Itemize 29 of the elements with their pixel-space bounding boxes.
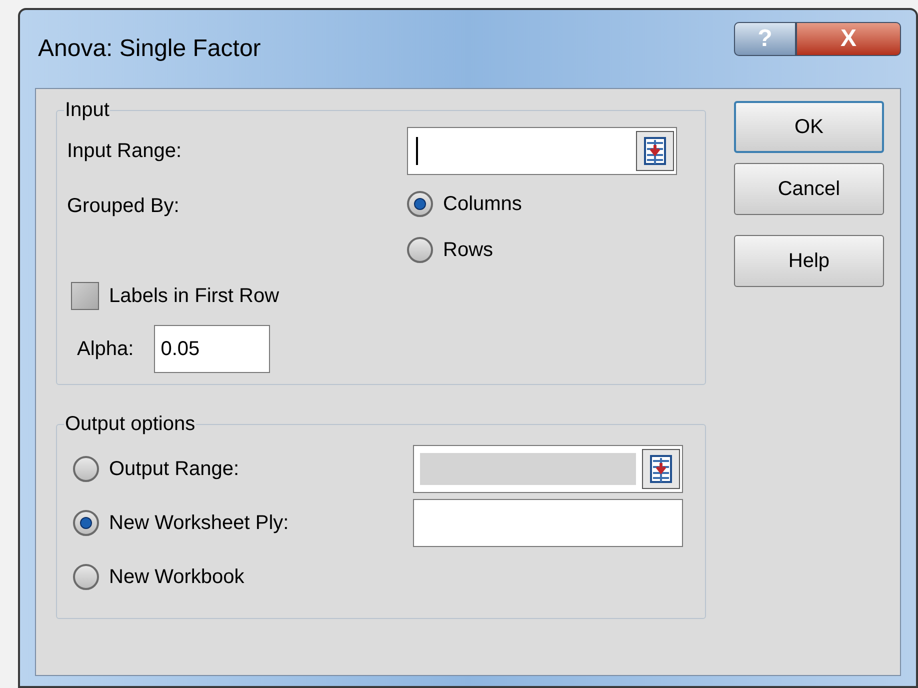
dialog-button[interactable]: Help	[734, 235, 884, 287]
radio-label: New Workbook	[109, 565, 244, 590]
dialog-button[interactable]: Cancel	[734, 163, 884, 215]
radio-label: Columns	[443, 192, 522, 217]
radio-button[interactable]	[73, 510, 99, 536]
group-title: Output options	[64, 412, 196, 437]
radio-label: Output Range:	[109, 457, 240, 482]
text-caret	[416, 137, 418, 165]
input-range-field[interactable]	[407, 127, 677, 175]
window-title: Anova: Single Factor	[37, 34, 261, 64]
radio-button[interactable]	[407, 191, 433, 217]
field-label: Alpha:	[77, 337, 134, 362]
range-picker-button[interactable]	[636, 131, 674, 171]
checkbox-label: Labels in First Row	[109, 284, 280, 309]
group-title: Input	[64, 98, 110, 123]
checkbox[interactable]	[71, 282, 99, 310]
range-field[interactable]	[413, 499, 683, 547]
radio-button[interactable]	[73, 456, 99, 482]
alpha-field[interactable]: 0.05	[154, 325, 270, 373]
grid-arrow-icon	[650, 455, 672, 483]
radio-label: New Worksheet Ply:	[109, 511, 289, 536]
dialog-button[interactable]: OK	[734, 101, 884, 153]
field-label: Grouped By:	[67, 194, 180, 219]
radio-button[interactable]	[407, 237, 433, 263]
grid-arrow-icon	[644, 137, 666, 165]
close-button[interactable]: X	[796, 22, 901, 56]
radio-button[interactable]	[73, 564, 99, 590]
field-label: Input Range:	[67, 139, 183, 164]
radio-label: Rows	[443, 238, 494, 263]
